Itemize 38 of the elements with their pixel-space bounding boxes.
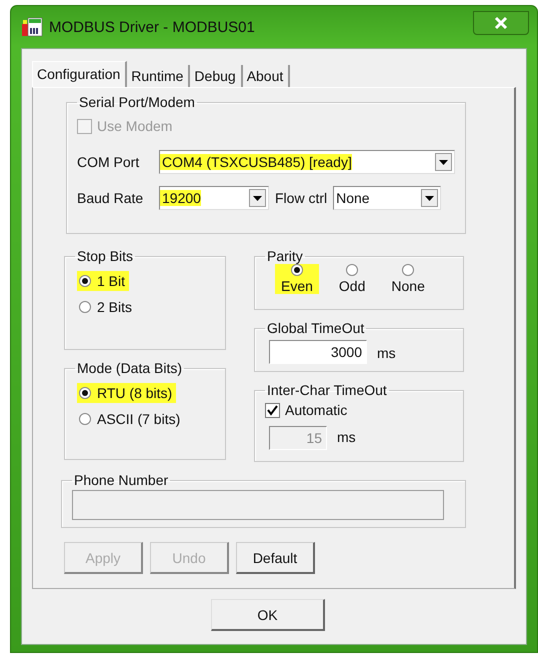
- ok-button[interactable]: OK: [211, 599, 325, 631]
- field-label: Flow ctrl: [275, 190, 328, 206]
- app-icon: [21, 16, 43, 38]
- radio-option[interactable]: ASCII (7 bits): [77, 409, 184, 429]
- group-title: Parity: [266, 248, 304, 264]
- group-title: Mode (Data Bits): [76, 360, 184, 376]
- group-title: Inter-Char TimeOut: [266, 382, 388, 398]
- field-label: Baud Rate: [77, 190, 144, 206]
- radio-option[interactable]: None: [385, 264, 431, 294]
- dropdown[interactable]: COM4 (TSXCUSB485) [ready]: [159, 150, 455, 174]
- action-button[interactable]: Default: [236, 542, 315, 574]
- radio-option[interactable]: 2 Bits: [77, 297, 136, 317]
- radio-option[interactable]: Odd: [332, 264, 372, 294]
- checkbox-label: Automatic: [285, 402, 348, 418]
- dropdown[interactable]: 19200: [159, 186, 269, 210]
- field-label: COM Port: [77, 154, 140, 170]
- group-title: Phone Number: [73, 472, 170, 488]
- unit-label: ms: [337, 429, 356, 445]
- close-button[interactable]: [473, 11, 529, 35]
- group-title: Stop Bits: [76, 248, 134, 264]
- window-title: MODBUS Driver - MODBUS01: [49, 18, 255, 36]
- radio-option[interactable]: 1 Bit: [77, 271, 130, 291]
- timeout-field[interactable]: 3000: [269, 340, 367, 364]
- dropdown-value: None: [335, 190, 371, 206]
- close-icon: [494, 16, 508, 30]
- unit-label: ms: [377, 345, 396, 361]
- radio-option[interactable]: Even: [275, 264, 319, 294]
- dropdown-arrow-icon: [439, 160, 448, 164]
- dropdown[interactable]: None: [333, 186, 442, 210]
- group-title: Serial Port/Modem: [78, 94, 196, 110]
- tab[interactable]: Configuration: [32, 61, 128, 87]
- group-title: Global TimeOut: [266, 320, 366, 336]
- radio-option[interactable]: RTU (8 bits): [77, 383, 176, 403]
- dropdown-value: 19200: [160, 190, 201, 206]
- dropdown-value: COM4 (TSXCUSB485) [ready]: [160, 154, 352, 170]
- dropdown-arrow-icon: [253, 196, 262, 200]
- checkbox-label: Use Modem: [97, 118, 172, 134]
- dropdown-arrow-icon: [425, 196, 434, 200]
